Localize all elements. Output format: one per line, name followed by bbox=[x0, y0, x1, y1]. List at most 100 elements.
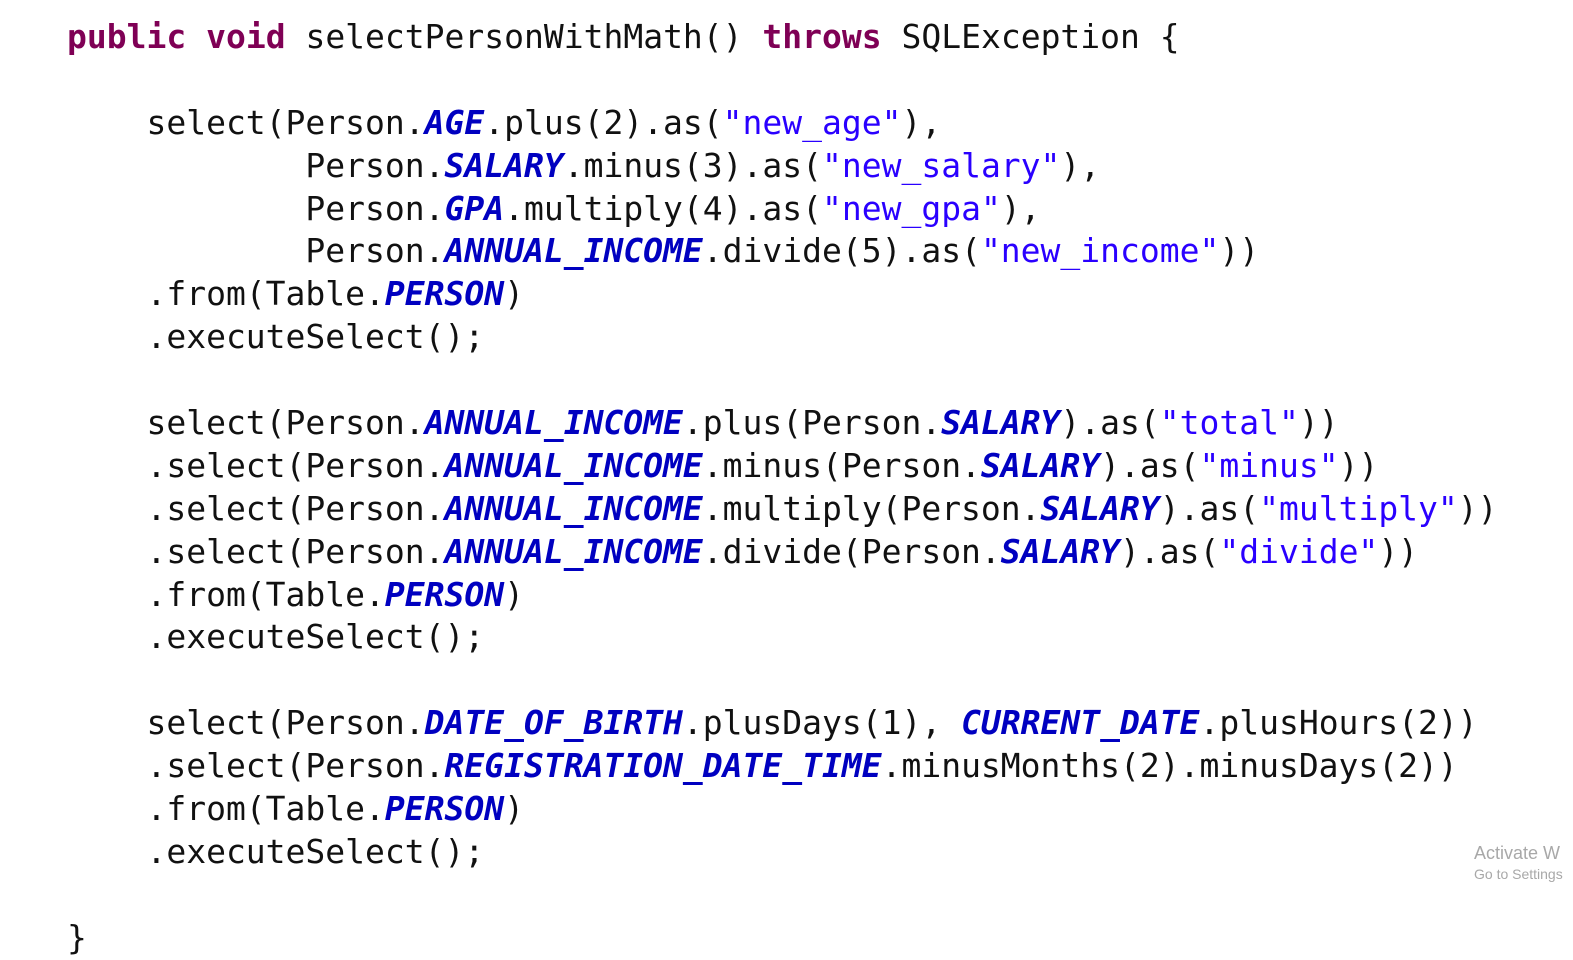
code-token: ) bbox=[504, 274, 524, 314]
code-token: .executeSelect(); bbox=[67, 617, 485, 657]
code-token: ), bbox=[1060, 145, 1101, 185]
watermark-subtitle: Go to Settings bbox=[1474, 866, 1563, 882]
code-token: .plus(Person. bbox=[682, 403, 942, 443]
code-token: select(Person. bbox=[67, 703, 425, 743]
code-line[interactable]: select(Person.AGE.plus(2).as("new_age"), bbox=[67, 102, 1498, 145]
string-token: "new_gpa" bbox=[822, 188, 1001, 228]
field-token: ANNUAL_INCOME bbox=[444, 531, 703, 571]
code-token: )) bbox=[1338, 445, 1379, 485]
code-token: ), bbox=[1000, 188, 1041, 228]
string-token: "new_salary" bbox=[822, 145, 1061, 185]
code-token: .plusHours(2)) bbox=[1199, 703, 1478, 743]
code-token: .minusMonths(2).minusDays(2)) bbox=[881, 746, 1458, 786]
code-line[interactable]: select(Person.DATE_OF_BIRTH.plusDays(1),… bbox=[67, 702, 1498, 745]
field-token: ANNUAL_INCOME bbox=[444, 231, 703, 271]
code-line[interactable]: .select(Person.ANNUAL_INCOME.multiply(Pe… bbox=[67, 488, 1498, 531]
code-token: .plus(2).as( bbox=[484, 102, 723, 142]
code-line[interactable] bbox=[67, 359, 1498, 402]
code-token: .plusDays(1), bbox=[682, 703, 962, 743]
field-token: CURRENT_DATE bbox=[961, 703, 1200, 743]
field-token: AGE bbox=[424, 102, 485, 142]
code-token: .divide(5).as( bbox=[702, 231, 981, 271]
code-token: Person. bbox=[67, 231, 445, 271]
code-token: .executeSelect(); bbox=[67, 317, 485, 357]
code-token: ), bbox=[901, 102, 942, 142]
field-token: ANNUAL_INCOME bbox=[424, 403, 683, 443]
code-token: .from(Table. bbox=[67, 789, 385, 829]
code-line[interactable]: .executeSelect(); bbox=[67, 831, 1498, 874]
code-token: )) bbox=[1457, 488, 1498, 528]
field-token: SALARY bbox=[1000, 531, 1121, 571]
code-line[interactable]: } bbox=[67, 917, 1498, 960]
code-line[interactable]: Person.ANNUAL_INCOME.divide(5).as("new_i… bbox=[67, 230, 1498, 273]
code-line[interactable]: .executeSelect(); bbox=[67, 616, 1498, 659]
code-line[interactable]: Person.GPA.multiply(4).as("new_gpa"), bbox=[67, 188, 1498, 231]
code-line[interactable]: .executeSelect(); bbox=[67, 316, 1498, 359]
code-token: .from(Table. bbox=[67, 274, 385, 314]
field-token: PERSON bbox=[384, 574, 505, 614]
code-line[interactable]: .select(Person.ANNUAL_INCOME.divide(Pers… bbox=[67, 531, 1498, 574]
watermark-title: Activate W bbox=[1474, 843, 1561, 863]
code-block[interactable]: public void selectPersonWithMath() throw… bbox=[67, 16, 1498, 960]
field-token: PERSON bbox=[384, 789, 505, 829]
string-token: "total" bbox=[1159, 403, 1299, 443]
code-token: )) bbox=[1219, 231, 1260, 271]
windows-activation-watermark: Activate W Go to Settings bbox=[1474, 842, 1563, 884]
code-token: ).as( bbox=[1100, 445, 1200, 485]
field-token: PERSON bbox=[384, 274, 505, 314]
field-token: ANNUAL_INCOME bbox=[444, 488, 703, 528]
field-token: ANNUAL_INCOME bbox=[444, 445, 703, 485]
code-token: .divide(Person. bbox=[702, 531, 1001, 571]
string-token: "minus" bbox=[1199, 445, 1339, 485]
string-token: "multiply" bbox=[1259, 488, 1458, 528]
code-line[interactable] bbox=[67, 59, 1498, 102]
code-token: .select(Person. bbox=[67, 746, 445, 786]
keyword-token: public bbox=[67, 17, 187, 56]
code-token: .select(Person. bbox=[67, 531, 445, 571]
code-token: selectPersonWithMath() bbox=[285, 17, 763, 56]
code-token: SQLException { bbox=[881, 17, 1180, 56]
code-token: .multiply(Person. bbox=[702, 488, 1041, 528]
code-token: ).as( bbox=[1120, 531, 1220, 571]
code-line[interactable]: Person.SALARY.minus(3).as("new_salary"), bbox=[67, 145, 1498, 188]
field-token: DATE_OF_BIRTH bbox=[424, 703, 683, 743]
code-token: select(Person. bbox=[67, 403, 425, 443]
code-token: .multiply(4).as( bbox=[504, 188, 822, 228]
field-token: SALARY bbox=[1040, 488, 1160, 528]
code-line[interactable]: .select(Person.ANNUAL_INCOME.minus(Perso… bbox=[67, 445, 1498, 488]
string-token: "new_age" bbox=[722, 102, 902, 142]
code-token: .minus(Person. bbox=[702, 445, 981, 485]
code-token: ) bbox=[504, 789, 524, 829]
code-token: .executeSelect(); bbox=[67, 831, 485, 871]
code-token: )) bbox=[1378, 531, 1419, 571]
code-line[interactable]: public void selectPersonWithMath() throw… bbox=[67, 16, 1498, 59]
field-token: SALARY bbox=[444, 145, 564, 185]
code-editor[interactable]: public void selectPersonWithMath() throw… bbox=[0, 0, 1573, 957]
keyword-token: throws bbox=[762, 17, 882, 56]
code-line[interactable] bbox=[67, 874, 1498, 917]
code-token: .from(Table. bbox=[67, 574, 385, 614]
code-line[interactable]: .from(Table.PERSON) bbox=[67, 273, 1498, 316]
code-token: .select(Person. bbox=[67, 488, 445, 528]
code-line[interactable] bbox=[67, 659, 1498, 702]
code-token: .select(Person. bbox=[67, 445, 445, 485]
code-token: Person. bbox=[67, 145, 445, 185]
code-line[interactable]: .from(Table.PERSON) bbox=[67, 788, 1498, 831]
code-token: ).as( bbox=[1060, 403, 1160, 443]
code-token: .minus(3).as( bbox=[563, 145, 822, 185]
field-token: SALARY bbox=[941, 403, 1061, 443]
code-token: )) bbox=[1298, 403, 1339, 443]
code-line[interactable]: .select(Person.REGISTRATION_DATE_TIME.mi… bbox=[67, 745, 1498, 788]
string-token: "new_income" bbox=[980, 231, 1220, 271]
field-token: GPA bbox=[444, 188, 505, 228]
field-token: REGISTRATION_DATE_TIME bbox=[444, 746, 882, 786]
field-token: SALARY bbox=[980, 445, 1101, 485]
code-line[interactable]: .from(Table.PERSON) bbox=[67, 574, 1498, 617]
code-line[interactable]: select(Person.ANNUAL_INCOME.plus(Person.… bbox=[67, 402, 1498, 445]
string-token: "divide" bbox=[1219, 531, 1379, 571]
code-token: Person. bbox=[67, 188, 445, 228]
code-token: } bbox=[67, 917, 87, 957]
keyword-token: void bbox=[206, 17, 286, 56]
code-token: ).as( bbox=[1159, 488, 1260, 528]
